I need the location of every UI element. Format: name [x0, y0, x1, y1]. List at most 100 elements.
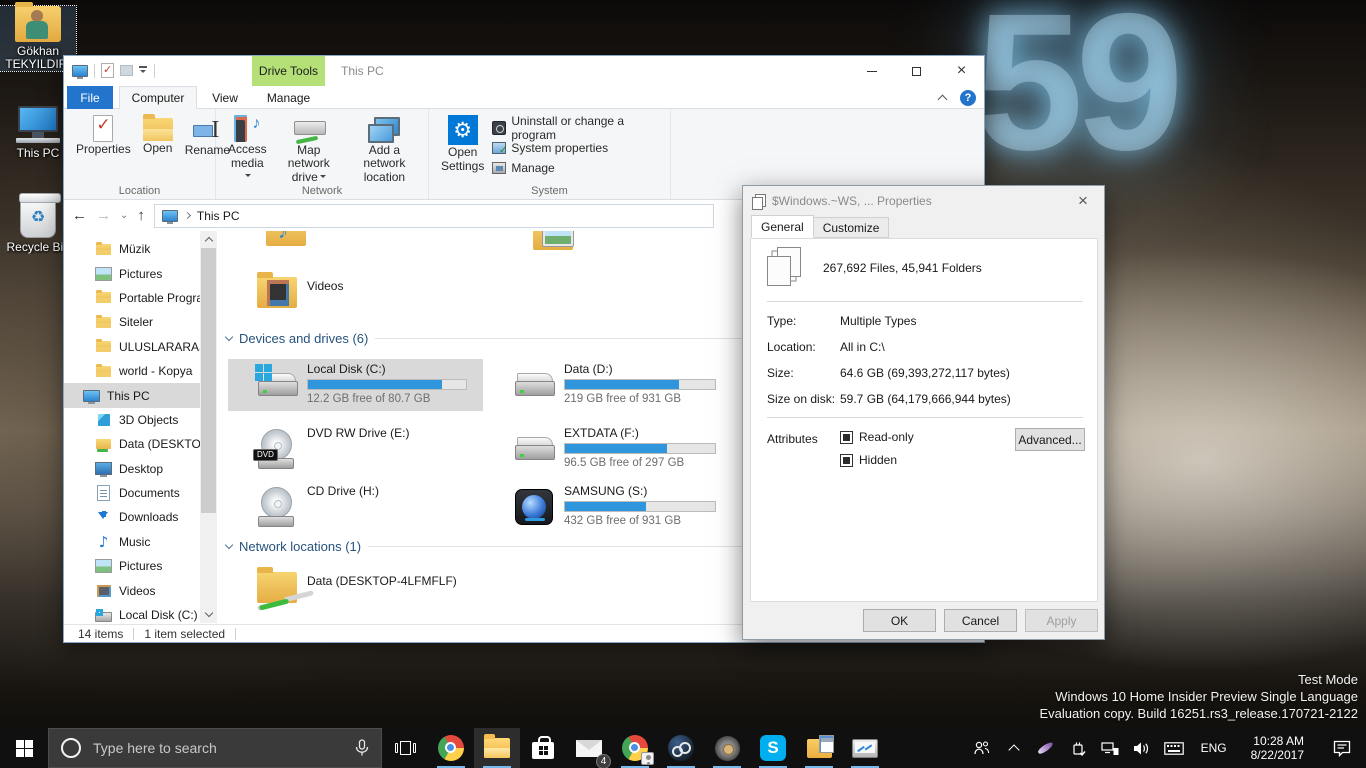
- dialog-title-bar[interactable]: $Windows.~WS, ... Properties: [743, 186, 1104, 216]
- system-properties-button[interactable]: System properties: [492, 139, 664, 156]
- title-bar[interactable]: Drive Tools This PC: [64, 56, 984, 86]
- touch-keyboard-icon[interactable]: [1163, 728, 1185, 768]
- videos-folder-tile[interactable]: Videos: [228, 266, 483, 318]
- collapse-section-icon[interactable]: [224, 540, 234, 550]
- sidebar-item-world-kopya[interactable]: world - Kopya: [64, 359, 217, 383]
- sidebar-item-documents[interactable]: Documents: [64, 481, 217, 505]
- breadcrumb-chevron-icon[interactable]: [183, 211, 191, 220]
- media-server-icon: [234, 115, 260, 142]
- readonly-checkbox[interactable]: Read-only: [840, 430, 914, 444]
- taskbar-app-disk-manager[interactable]: [704, 728, 750, 768]
- drive-tile-local-disk-c[interactable]: Local Disk (C:) 12.2 GB free of 80.7 GB: [228, 359, 483, 411]
- drive-tile-data-d[interactable]: Data (D:) 219 GB free of 931 GB: [485, 359, 738, 411]
- breadcrumb[interactable]: This PC: [153, 203, 714, 228]
- sidebar-item-3d-objects[interactable]: 3D Objects: [64, 408, 217, 432]
- usb-safely-remove-icon[interactable]: [1067, 728, 1089, 768]
- close-button[interactable]: [939, 56, 984, 86]
- back-button[interactable]: ←: [72, 207, 87, 224]
- qat-new-folder-icon[interactable]: [120, 65, 133, 76]
- access-media-button[interactable]: Access media: [224, 113, 271, 186]
- tab-general[interactable]: General: [751, 215, 814, 238]
- start-button[interactable]: [0, 728, 48, 768]
- checkbox-mixed-icon[interactable]: [840, 430, 853, 444]
- sidebar-item-this-pc[interactable]: This PC: [64, 383, 217, 408]
- sidebar-item-desktop[interactable]: Desktop: [64, 457, 217, 481]
- recent-locations-dropdown-icon[interactable]: ⌄: [120, 210, 128, 221]
- sidebar-item-portable-program[interactable]: Portable Progra: [64, 286, 217, 310]
- volume-icon[interactable]: [1131, 728, 1153, 768]
- cancel-button[interactable]: Cancel: [944, 609, 1017, 632]
- breadcrumb-path[interactable]: This PC: [197, 209, 240, 223]
- taskbar-search[interactable]: Type here to search: [48, 728, 382, 768]
- network-location-tile[interactable]: Data (DESKTOP-4LFMFLF): [228, 561, 548, 613]
- network-icon[interactable]: [1099, 728, 1121, 768]
- scroll-down-icon[interactable]: [200, 606, 217, 623]
- minimize-button[interactable]: [849, 56, 894, 86]
- sidebar-item-muzik[interactable]: Müzik: [64, 237, 217, 261]
- collapse-section-icon[interactable]: [224, 332, 234, 342]
- drive-tools-context-tab[interactable]: Drive Tools: [252, 56, 325, 86]
- qat-properties-icon[interactable]: [101, 63, 114, 78]
- qat-customize-dropdown-icon[interactable]: [139, 66, 148, 75]
- task-view-button[interactable]: [382, 728, 428, 768]
- folder-icon: [95, 314, 112, 330]
- sidebar-item-data-network[interactable]: Data (DESKTOP-..: [64, 432, 217, 456]
- uninstall-program-button[interactable]: Uninstall or change a program: [492, 114, 664, 142]
- advanced-button[interactable]: Advanced...: [1015, 428, 1085, 451]
- pictures-folder-icon-partial[interactable]: [533, 231, 573, 250]
- maximize-button[interactable]: [894, 56, 939, 86]
- sidebar-item-uluslararasi[interactable]: ULUSLARARASI İ: [64, 335, 217, 359]
- action-center-button[interactable]: [1322, 740, 1362, 757]
- drive-tile-dvd-e[interactable]: DVD DVD RW Drive (E:): [228, 423, 483, 475]
- taskbar-app-file-explorer[interactable]: [474, 728, 520, 768]
- taskbar-app-program-folder[interactable]: [796, 728, 842, 768]
- music-folder-icon-partial[interactable]: [266, 231, 318, 246]
- taskbar-app-skype[interactable]: [750, 728, 796, 768]
- sidebar-item-siteler[interactable]: Siteler: [64, 310, 217, 334]
- sidebar-item-local-disk-c[interactable]: Local Disk (C:): [64, 603, 217, 623]
- sidebar-scrollbar[interactable]: [200, 231, 217, 623]
- drive-tile-extdata-f[interactable]: EXTDATA (F:) 96.5 GB free of 297 GB: [485, 423, 738, 475]
- ok-button[interactable]: OK: [863, 609, 936, 632]
- taskbar-app-microsoft-store[interactable]: [520, 728, 566, 768]
- taskbar-app-chrome[interactable]: [428, 728, 474, 768]
- taskbar-app-mail[interactable]: 4: [566, 728, 612, 768]
- open-settings-button[interactable]: Open Settings: [437, 113, 488, 176]
- dialog-close-icon[interactable]: [1062, 186, 1104, 216]
- show-hidden-icons-chevron[interactable]: [1003, 728, 1025, 768]
- window-title: This PC: [341, 64, 384, 78]
- taskbar-app-chrome-profile[interactable]: [612, 728, 658, 768]
- drive-tile-samsung-s[interactable]: SAMSUNG (S:) 432 GB free of 931 GB: [485, 481, 738, 533]
- help-icon[interactable]: [960, 90, 976, 106]
- tab-customize[interactable]: Customize: [812, 217, 890, 238]
- sidebar-item-pictures[interactable]: Pictures: [64, 261, 217, 285]
- open-button[interactable]: Open: [139, 113, 177, 159]
- language-indicator[interactable]: ENG: [1195, 741, 1233, 755]
- apply-button[interactable]: Apply: [1025, 609, 1098, 632]
- people-icon[interactable]: [971, 728, 993, 768]
- tab-view[interactable]: View: [201, 86, 249, 109]
- sidebar-item-pictures-2[interactable]: Pictures: [64, 554, 217, 578]
- drive-tile-cd-h[interactable]: CD Drive (H:): [228, 481, 483, 533]
- pen-tray-icon[interactable]: [1035, 728, 1057, 768]
- sidebar-item-videos[interactable]: Videos: [64, 578, 217, 602]
- tab-file[interactable]: File: [67, 86, 113, 109]
- forward-button[interactable]: →: [96, 207, 111, 224]
- hidden-checkbox[interactable]: Hidden: [840, 453, 897, 467]
- taskbar-clock[interactable]: 10:28 AM 8/22/2017: [1243, 734, 1312, 762]
- collapse-ribbon-icon[interactable]: [937, 94, 948, 105]
- tab-computer[interactable]: Computer: [119, 86, 197, 109]
- manage-button[interactable]: Manage: [492, 159, 664, 176]
- add-network-location-button[interactable]: Add a network location: [347, 113, 422, 186]
- sidebar-item-music[interactable]: Music: [64, 530, 217, 554]
- up-button[interactable]: ↑: [137, 207, 145, 224]
- sidebar-item-downloads[interactable]: Downloads: [64, 505, 217, 529]
- taskbar-app-steam[interactable]: [658, 728, 704, 768]
- scrollbar-thumb[interactable]: [201, 248, 216, 513]
- taskbar-app-system-monitor[interactable]: [842, 728, 888, 768]
- map-network-drive-button[interactable]: Map network drive: [275, 113, 343, 186]
- properties-button[interactable]: Properties: [72, 113, 135, 159]
- tab-manage[interactable]: Manage: [252, 86, 325, 109]
- scroll-up-icon[interactable]: [200, 231, 217, 248]
- checkbox-mixed-icon[interactable]: [840, 453, 853, 467]
